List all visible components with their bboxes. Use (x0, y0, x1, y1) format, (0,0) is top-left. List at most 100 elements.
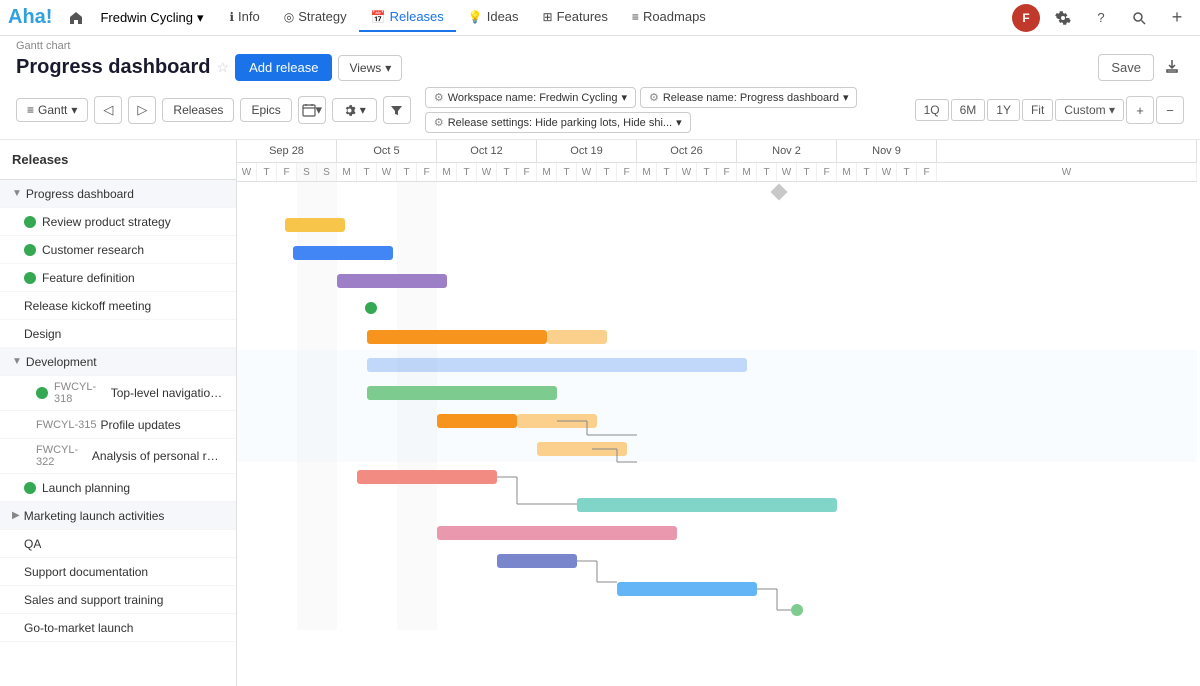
workspace-filter-tag[interactable]: ⚙ Workspace name: Fredwin Cycling ▾ (425, 87, 636, 108)
calendar-button[interactable]: ▾ (298, 96, 326, 124)
sidebar-item-support-docs[interactable]: Support documentation (0, 558, 236, 586)
tab-info[interactable]: ℹ Info (217, 3, 271, 32)
day-cell: T (397, 163, 417, 181)
zoom-1y-button[interactable]: 1Y (987, 99, 1020, 121)
day-cell: T (597, 163, 617, 181)
day-cell: F (617, 163, 637, 181)
workspace-selector[interactable]: Fredwin Cycling ▾ (92, 6, 211, 30)
add-release-button[interactable]: Add release (235, 54, 332, 81)
tab-roadmaps[interactable]: ≡ Roadmaps (620, 3, 718, 32)
release-filter-chevron-icon: ▾ (843, 91, 849, 104)
gantt-chart-area[interactable]: Sep 28 Oct 5 Oct 12 Oct 19 Oct 26 Nov 2 … (237, 140, 1200, 686)
gantt-row-marketing (237, 490, 1197, 518)
day-cell: T (357, 163, 377, 181)
sidebar-item-fwcyl318[interactable]: FWCYL-318 Top-level navigation re... (0, 376, 236, 411)
sidebar-item-marketing-launch[interactable]: ▶ Marketing launch activities (0, 502, 236, 530)
releases-icon: 📅 (371, 10, 386, 24)
undo-button[interactable]: ◁ (94, 96, 122, 124)
gantt-row-kickoff (237, 294, 1197, 322)
add-button[interactable]: + (1162, 3, 1192, 33)
gantt-row-design (237, 322, 1197, 350)
gantt-row-launch (237, 462, 1197, 490)
nav-tabs: ℹ Info ◎ Strategy 📅 Releases 💡 Ideas ⊞ F… (217, 3, 717, 32)
search-button[interactable] (1124, 3, 1154, 33)
gantt-rows-container (237, 182, 1197, 630)
releases-button[interactable]: Releases (162, 98, 234, 122)
day-cell: F (717, 163, 737, 181)
day-cell: S (317, 163, 337, 181)
epics-button[interactable]: Epics (240, 98, 291, 122)
tab-features[interactable]: ⊞ Features (531, 3, 620, 32)
zoom-custom-button[interactable]: Custom ▾ (1055, 99, 1124, 121)
left-panel: Releases ▼ Progress dashboard Review pro… (0, 140, 237, 686)
sidebar-item-launch-planning[interactable]: Launch planning (0, 474, 236, 502)
main-layout: Releases ▼ Progress dashboard Review pro… (0, 140, 1200, 686)
ideas-icon: 💡 (468, 10, 483, 24)
save-button[interactable]: Save (1098, 54, 1154, 81)
avatar[interactable]: F (1012, 4, 1040, 32)
sidebar-item-sales-training[interactable]: Sales and support training (0, 586, 236, 614)
item-label: Support documentation (24, 565, 148, 579)
week-row: Sep 28 Oct 5 Oct 12 Oct 19 Oct 26 Nov 2 … (237, 140, 1197, 163)
sidebar-item-development[interactable]: ▼ Development (0, 348, 236, 376)
item-label: Go-to-market launch (24, 621, 133, 635)
sidebar-item-review-product[interactable]: Review product strategy (0, 208, 236, 236)
item-label: QA (24, 537, 41, 551)
zoom-6m-button[interactable]: 6M (951, 99, 986, 121)
home-button[interactable] (62, 4, 90, 32)
gantt-view-button[interactable]: ≡ Gantt ▾ (16, 98, 88, 122)
settings-button[interactable] (1048, 3, 1078, 33)
week-oct19: Oct 19 (537, 140, 637, 162)
tab-strategy[interactable]: ◎ Strategy (272, 3, 359, 32)
gantt-row-customer (237, 238, 1197, 266)
top-nav: Aha! Fredwin Cycling ▾ ℹ Info ◎ Strategy… (0, 0, 1200, 36)
redo-button[interactable]: ▷ (128, 96, 156, 124)
sidebar-item-design[interactable]: Design (0, 320, 236, 348)
export-button[interactable] (1160, 54, 1184, 81)
gantt-row-gtm (237, 602, 1197, 630)
item-label: Marketing launch activities (24, 509, 165, 523)
tab-ideas[interactable]: 💡 Ideas (456, 3, 531, 32)
sidebar-item-release-kickoff[interactable]: Release kickoff meeting (0, 292, 236, 320)
settings-filter-tag[interactable]: ⚙ Release settings: Hide parking lots, H… (425, 112, 691, 133)
zoom-1q-button[interactable]: 1Q (915, 99, 949, 121)
tab-releases[interactable]: 📅 Releases (359, 3, 456, 32)
sidebar-item-go-to-market[interactable]: Go-to-market launch (0, 614, 236, 642)
zoom-fit-button[interactable]: Fit (1022, 99, 1053, 121)
gantt-icon: ≡ (27, 103, 34, 117)
release-filter-tag[interactable]: ⚙ Release name: Progress dashboard ▾ (640, 87, 858, 108)
day-cell: T (657, 163, 677, 181)
app-logo[interactable]: Aha! (8, 6, 52, 29)
favorite-star-icon[interactable]: ☆ (217, 59, 230, 76)
day-cell: T (897, 163, 917, 181)
settings-button-2[interactable]: ▾ (332, 98, 377, 122)
sidebar-item-customer-research[interactable]: Customer research (0, 236, 236, 264)
day-cell: F (817, 163, 837, 181)
day-cell: T (257, 163, 277, 181)
sidebar-item-feature-definition[interactable]: Feature definition (0, 264, 236, 292)
item-label: Sales and support training (24, 593, 163, 607)
week-nov2: Nov 2 (737, 140, 837, 162)
zoom-out-button[interactable]: − (1156, 96, 1184, 124)
zoom-in-button[interactable]: + (1126, 96, 1154, 124)
week-nov9: Nov 9 (837, 140, 937, 162)
views-button[interactable]: Views ▾ (338, 55, 402, 81)
workspace-chevron-icon: ▾ (197, 10, 204, 26)
day-cell: W (577, 163, 597, 181)
sidebar-item-qa[interactable]: QA (0, 530, 236, 558)
gantt-row-sales (237, 574, 1197, 602)
day-cell: F (517, 163, 537, 181)
help-button[interactable]: ? (1086, 3, 1116, 33)
sidebar-item-fwcyl315[interactable]: FWCYL-315 Profile updates (0, 411, 236, 439)
sidebar-item-fwcyl322[interactable]: FWCYL-322 Analysis of personal race g... (0, 439, 236, 474)
status-dot-green-2 (24, 244, 36, 256)
day-cell: W (477, 163, 497, 181)
day-cell: W (877, 163, 897, 181)
item-label: Progress dashboard (26, 187, 134, 201)
item-code: FWCYL-318 (54, 381, 107, 405)
workspace-filter-chevron-icon: ▾ (621, 91, 627, 104)
sidebar-item-progress-dashboard[interactable]: ▼ Progress dashboard (0, 180, 236, 208)
day-cell: T (697, 163, 717, 181)
views-chevron-icon: ▾ (385, 61, 391, 75)
filter-button[interactable] (383, 96, 411, 124)
